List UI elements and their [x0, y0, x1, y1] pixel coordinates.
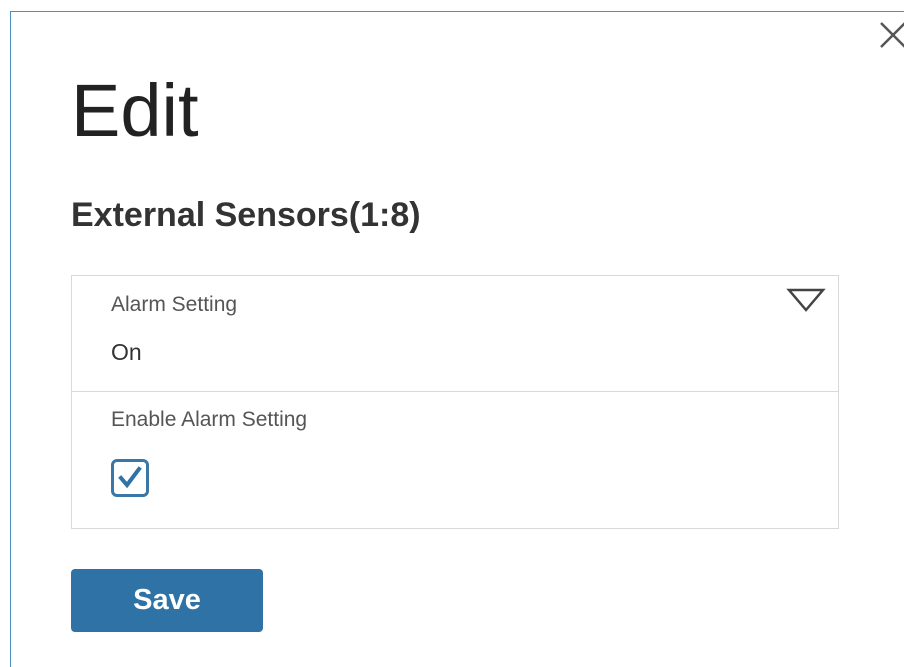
enable-alarm-setting-field: Enable Alarm Setting	[72, 392, 838, 528]
alarm-setting-field: Alarm Setting On	[72, 276, 838, 392]
dialog-subtitle: External Sensors(1:8)	[71, 196, 421, 234]
dialog-title: Edit	[71, 69, 199, 152]
settings-form: Alarm Setting On Enable Alarm Setting	[71, 275, 839, 529]
alarm-setting-label: Alarm Setting	[111, 293, 238, 316]
save-button[interactable]: Save	[71, 569, 263, 632]
edit-dialog: Edit External Sensors(1:8) Alarm Setting…	[10, 11, 904, 667]
dropdown-triangle-icon[interactable]	[786, 286, 826, 314]
close-icon	[880, 22, 904, 48]
alarm-setting-select[interactable]	[102, 328, 822, 376]
alarm-setting-value: On	[111, 339, 142, 365]
enable-alarm-setting-label: Enable Alarm Setting	[111, 408, 308, 431]
close-button[interactable]	[878, 20, 904, 50]
enable-alarm-checkbox[interactable]	[111, 459, 149, 497]
checkmark-icon	[118, 466, 142, 489]
